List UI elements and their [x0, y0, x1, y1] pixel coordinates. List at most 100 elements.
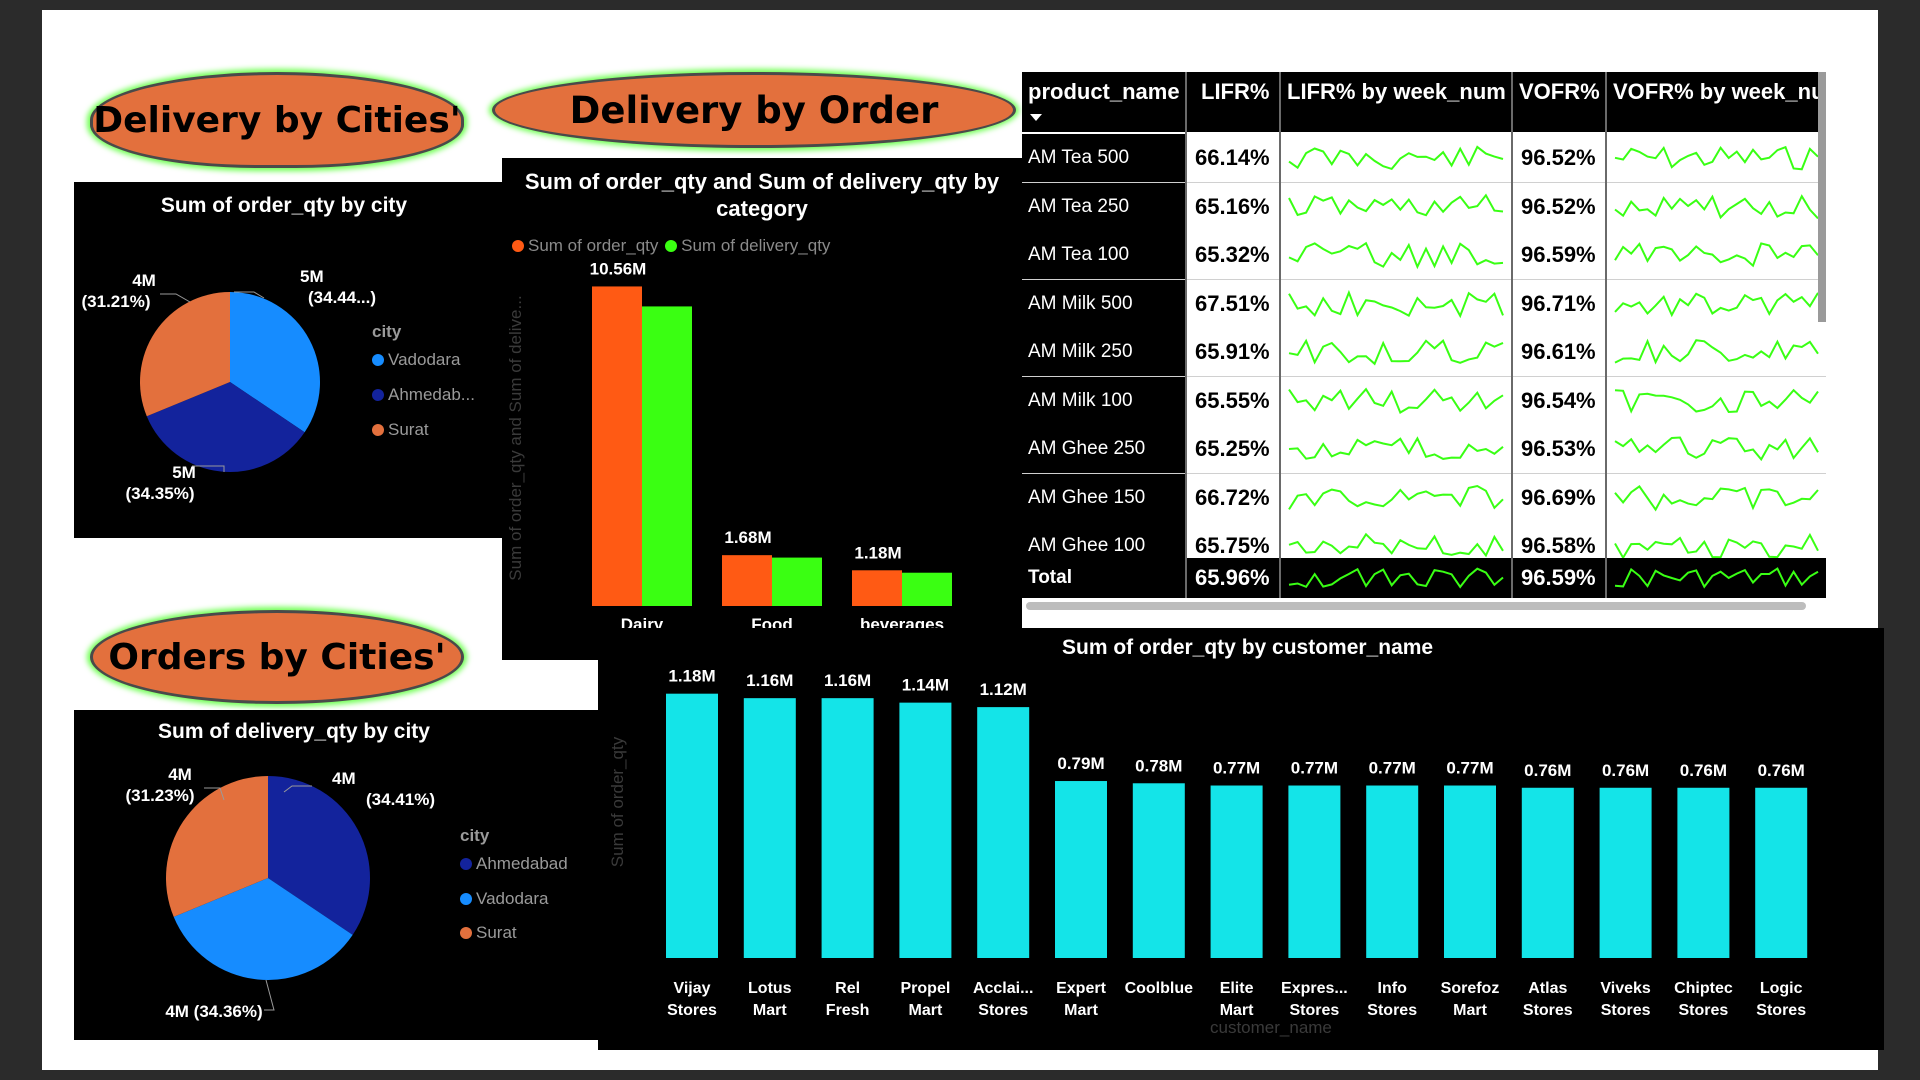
data-label: 5M	[172, 463, 196, 482]
legend-label: Surat	[388, 420, 429, 439]
category-chart-panel[interactable]: Sum of order_qty and Sum of delivery_qty…	[502, 158, 1022, 660]
customer-bar[interactable]	[743, 698, 796, 958]
customer-bar[interactable]	[1366, 785, 1419, 958]
vofr-cell: 96.69%	[1513, 473, 1605, 522]
customer-tick-label: Stores	[1290, 1002, 1340, 1019]
total-lifr: 65.96%	[1195, 565, 1270, 590]
customer-bar-chart[interactable]: 1.18M Vijay Stores 1.16M Lotus Mart 1.16M Rel Fr…	[598, 628, 1884, 1050]
customer-tick-label: Rel	[835, 980, 860, 997]
bar-value-label: 0.77M	[1369, 759, 1416, 778]
legend-label: Surat	[476, 923, 517, 942]
bar-order-qty[interactable]	[592, 286, 642, 606]
sparkline	[1614, 291, 1819, 317]
customer-bar[interactable]	[1132, 783, 1185, 958]
customer-bar[interactable]	[1755, 787, 1808, 958]
data-label: 4M	[132, 271, 156, 290]
customer-tick-label: Elite	[1220, 980, 1254, 997]
lifr-cell: 65.91%	[1187, 328, 1279, 376]
header-vofr-by-week[interactable]: VOFR% by week_num	[1607, 72, 1826, 132]
horizontal-scrollbar[interactable]	[1026, 602, 1806, 610]
customer-bar[interactable]	[1055, 781, 1107, 958]
vofr-cell: 96.61%	[1513, 328, 1605, 376]
sparkline	[1614, 532, 1819, 558]
sparkline	[1288, 241, 1504, 270]
table-row[interactable]: AM Ghee 100 65.75% 96.58%	[1022, 522, 1826, 558]
bar-value-label: 0.77M	[1291, 759, 1338, 778]
table-row[interactable]: AM Tea 500 66.14% 96.52%	[1022, 134, 1826, 183]
pie-delivery-qty-panel[interactable]: Sum of delivery_qty by city 4M (34.41%) 4M…	[74, 710, 628, 1040]
bar-delivery-qty[interactable]	[902, 572, 952, 606]
legend-label: Ahmedabad	[476, 854, 568, 873]
header-vofr[interactable]: VOFR%	[1513, 72, 1605, 132]
bar-delivery-qty[interactable]	[642, 306, 692, 606]
bar-value-label: 0.78M	[1135, 756, 1182, 775]
bar-value-label: 0.76M	[1602, 761, 1649, 780]
pie-delivery-qty-chart[interactable]: 4M (34.41%) 4M (34.36%) 4M (31.23%)	[74, 710, 628, 1040]
table-row[interactable]: AM Milk 100 65.55% 96.54%	[1022, 376, 1826, 426]
product-fill-rate-table[interactable]: product_name LIFR% LIFR% by week_num VOF…	[1022, 72, 1826, 610]
sort-desc-icon[interactable]	[1030, 114, 1042, 121]
pie-order-legend-title: city	[372, 322, 402, 341]
data-label: 5M	[300, 267, 324, 286]
legend-dot	[372, 354, 384, 366]
data-label: (31.23%)	[126, 786, 195, 805]
customer-bar[interactable]	[1288, 785, 1341, 958]
customer-bar[interactable]	[821, 698, 874, 958]
data-label: 4M (34.36%)	[165, 1002, 262, 1021]
table-row[interactable]: AM Tea 250 65.16% 96.52%	[1022, 182, 1826, 232]
bar-order-qty[interactable]	[852, 570, 902, 606]
legend-label: Vadodara	[388, 350, 461, 369]
data-label: (31.21%)	[82, 292, 151, 311]
lifr-sparkline	[1281, 182, 1511, 231]
pie-order-legend-item[interactable]: Vadodara	[372, 350, 460, 370]
customer-bar[interactable]	[1444, 785, 1496, 958]
lifr-sparkline	[1281, 522, 1511, 558]
banner-orders-by-cities-text: Orders by Cities'	[108, 636, 446, 678]
table-row[interactable]: AM Tea 100 65.32% 96.59%	[1022, 231, 1826, 280]
header-lifr-by-week[interactable]: LIFR% by week_num	[1281, 72, 1511, 132]
sparkline	[1288, 387, 1504, 414]
pie-delivery-legend-item[interactable]: Surat	[460, 923, 517, 943]
customer-tick-label: Viveks	[1600, 980, 1651, 997]
customer-chart-panel[interactable]: Sum of order_qty by customer_name Sum of…	[598, 628, 1884, 1050]
category-bar-chart[interactable]: 10.56MDairy1.68MFood1.18Mbeverages	[502, 158, 1022, 660]
customer-bar[interactable]	[977, 707, 1030, 958]
product-name-cell: AM Milk 500	[1022, 279, 1185, 328]
sparkline	[1614, 436, 1819, 462]
customer-bar[interactable]	[666, 693, 718, 958]
customer-bar[interactable]	[1210, 785, 1263, 958]
customer-tick-label: Stores	[1756, 1002, 1806, 1019]
total-label: Total	[1028, 567, 1072, 588]
leader-line	[264, 979, 275, 1011]
table-row[interactable]: AM Milk 250 65.91% 96.61%	[1022, 328, 1826, 377]
pie-order-legend-item[interactable]: Ahmedab...	[372, 385, 475, 405]
table-row[interactable]: AM Ghee 150 66.72% 96.69%	[1022, 473, 1826, 523]
bar-value-label: 1.18M	[854, 543, 901, 562]
sparkline	[1288, 193, 1504, 216]
customer-bar[interactable]	[899, 702, 952, 958]
table-row[interactable]: AM Ghee 250 65.25% 96.53%	[1022, 425, 1826, 474]
lifr-sparkline	[1281, 328, 1511, 376]
banner-orders-by-cities: Orders by Cities'	[90, 610, 464, 704]
sparkline	[1614, 388, 1819, 414]
bar-order-qty[interactable]	[722, 555, 772, 606]
customer-bar[interactable]	[1599, 787, 1652, 958]
lifr-sparkline	[1281, 279, 1511, 328]
header-lifr[interactable]: LIFR%	[1187, 72, 1279, 132]
customer-tick-label: Propel	[901, 980, 951, 997]
pie-delivery-legend-item[interactable]: Vadodara	[460, 889, 548, 909]
customer-bar[interactable]	[1521, 787, 1574, 958]
vofr-cell: 96.53%	[1513, 425, 1605, 473]
header-product-name[interactable]: product_name	[1022, 72, 1185, 132]
pie-delivery-legend-item[interactable]: Ahmedabad	[460, 854, 568, 874]
legend-dot	[372, 389, 384, 401]
bar-delivery-qty[interactable]	[772, 557, 822, 606]
vertical-scrollbar[interactable]	[1818, 72, 1826, 322]
sparkline	[1288, 567, 1504, 589]
customer-bar[interactable]	[1677, 787, 1730, 958]
pie-order-qty-panel[interactable]: Sum of order_qty by city 5M (34.44...) 5M(…	[74, 182, 528, 538]
table-row[interactable]: AM Milk 500 67.51% 96.71%	[1022, 279, 1826, 329]
sparkline	[1288, 145, 1504, 171]
legend-dot	[460, 858, 472, 870]
pie-order-legend-item[interactable]: Surat	[372, 420, 429, 440]
